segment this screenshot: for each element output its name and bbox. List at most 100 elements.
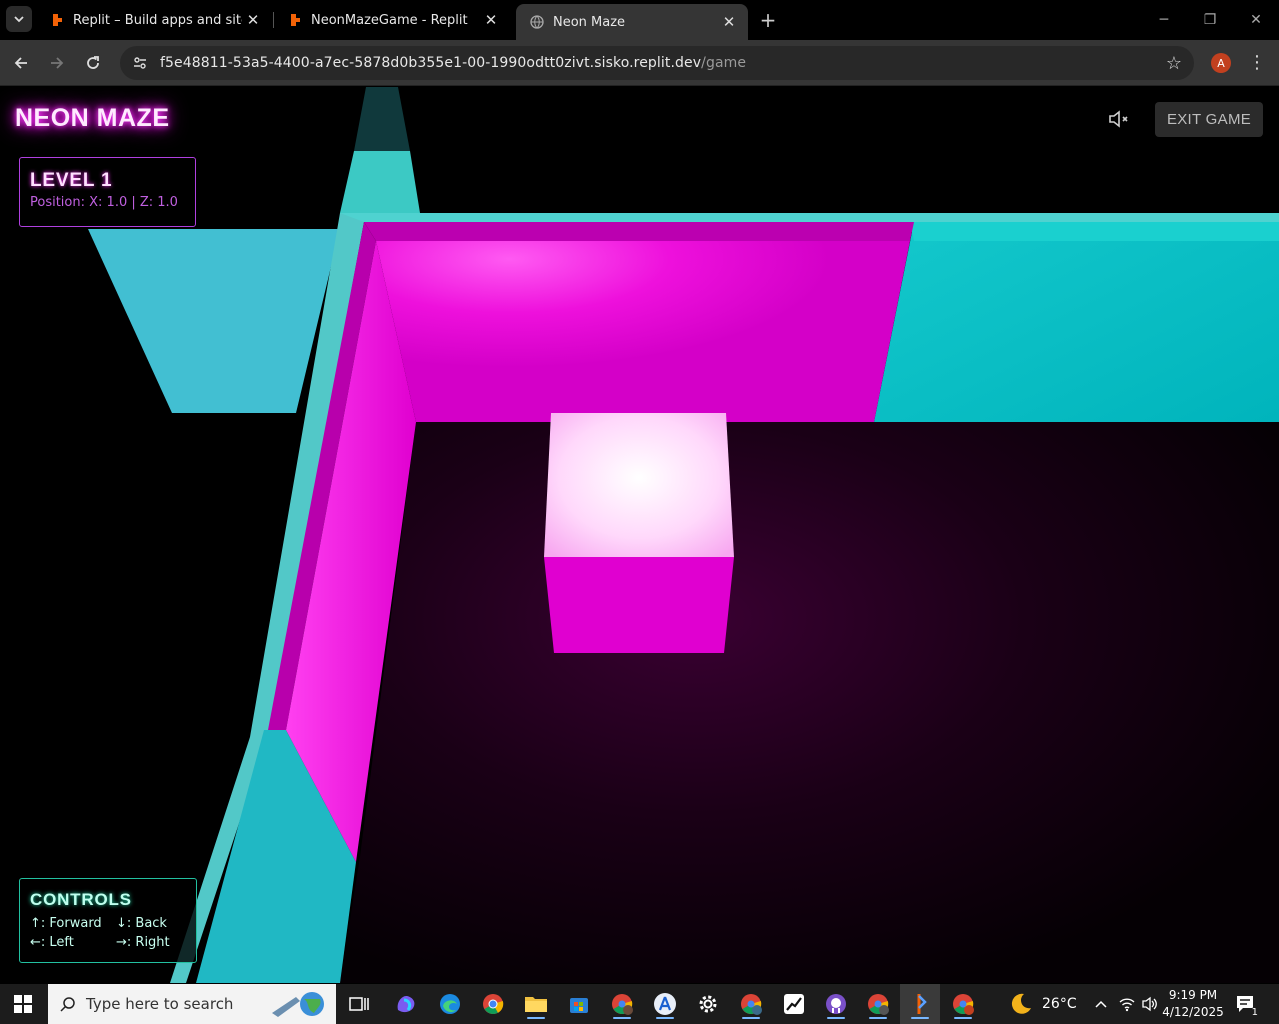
show-hidden-icons-button[interactable] [1094,984,1108,1024]
site-info-icon[interactable] [124,55,156,71]
mute-toggle-button[interactable] [1106,107,1132,131]
network-icon[interactable] [1118,984,1136,1024]
position-readout: Position: X: 1.0 | Z: 1.0 [30,195,178,210]
bookmark-star-icon[interactable]: ☆ [1166,53,1182,74]
replit-icon [291,14,300,26]
browser-tab-bar: Replit – Build apps and sites wit ✕ Neon… [0,0,1279,40]
running-indicator [656,1017,674,1019]
exit-game-button[interactable]: EXIT GAME [1155,102,1263,137]
profile-avatar[interactable]: A [1211,53,1231,73]
search-highlight-icon [272,992,324,1017]
file-explorer-icon[interactable] [521,989,551,1019]
maze-floor [340,422,1279,983]
notification-count: 1 [1249,1007,1260,1018]
cyan-wall-top-band [340,213,1279,222]
edge-browser-icon[interactable] [435,989,465,1019]
running-indicator [613,1017,631,1019]
browser-menu-icon[interactable]: ⋮ [1248,52,1266,73]
cyan-wall-left [88,229,340,413]
cyan-wall-right [874,222,1279,422]
cyan-wall-right-top [910,222,1279,241]
magenta-wall-back [376,241,910,422]
controls-panel: CONTROLS ↑: Forward ↓: Back ←: Left →: R… [19,878,197,963]
replit-app-icon[interactable] [905,989,935,1019]
new-tab-button[interactable]: + [756,8,780,32]
tab-title: Neon Maze [553,14,626,30]
tab-title: NeonMazeGame - Replit [311,12,468,28]
level-label: LEVEL 1 [30,170,113,191]
microsoft-store-icon[interactable] [564,989,594,1019]
running-indicator [742,1017,760,1019]
controls-list: ↑: Forward ↓: Back ←: Left →: Right [30,916,186,950]
url-text: f5e48811-53a5-4400-a7ec-5878d0b355e1-00-… [160,55,746,71]
windows-taskbar: Type here to search 26°C 9:19 PM 4/12/20… [0,984,1279,1024]
copilot-icon[interactable] [391,989,421,1019]
stocks-app-icon[interactable] [779,989,809,1019]
moon-icon [1011,993,1031,1014]
control-right: →: Right [116,935,170,950]
clock-time: 9:19 PM [1168,988,1218,1002]
chrome-profile-a-icon[interactable] [948,989,978,1019]
game-title: NEON MAZE [15,104,170,132]
address-bar[interactable]: f5e48811-53a5-4400-a7ec-5878d0b355e1-00-… [120,46,1194,80]
chrome-icon[interactable] [478,989,508,1019]
cube-top-face [544,413,734,557]
chrome-profile-icon[interactable] [607,989,637,1019]
close-icon[interactable]: ✕ [242,9,264,31]
close-icon[interactable]: ✕ [480,9,502,31]
tab-neonmazegame-replit[interactable]: NeonMazeGame - Replit ✕ [274,0,510,40]
tab-replit-home[interactable]: Replit – Build apps and sites wit ✕ [36,0,272,40]
minimize-button[interactable]: ─ [1141,0,1187,40]
control-back: ↓: Back [116,916,167,931]
control-forward: ↑: Forward [30,916,102,931]
tab-neon-maze[interactable]: Neon Maze ✕ [516,4,748,40]
notification-center-button[interactable]: 1 [1234,993,1260,1018]
back-button[interactable] [7,49,35,77]
globe-icon [530,15,544,29]
url-host: f5e48811-53a5-4400-a7ec-5878d0b355e1-00-… [160,55,702,71]
cyan-pillar-face [340,151,420,213]
close-window-button[interactable]: ✕ [1233,0,1279,40]
forward-button[interactable] [43,49,71,77]
clock-date: 4/12/2025 [1162,1005,1224,1019]
arrow-right-icon [51,57,64,69]
magenta-wall-top [364,222,914,241]
reload-icon [87,56,99,69]
chevron-down-icon [14,16,24,23]
control-left: ←: Left [30,935,74,950]
cyan-pillar [354,87,410,151]
running-indicator [954,1017,972,1019]
arrow-left-icon [14,57,27,69]
chrome-profile-s-icon[interactable] [863,989,893,1019]
controls-title: CONTROLS [30,890,132,909]
chrome-profile-j-icon[interactable] [736,989,766,1019]
running-indicator [527,1017,545,1019]
start-button[interactable] [0,984,46,1024]
tab-title: Replit – Build apps and sites wit [73,12,242,28]
reload-button[interactable] [79,49,107,77]
settings-gear-icon[interactable] [693,989,723,1019]
github-icon[interactable] [821,989,851,1019]
browser-toolbar: f5e48811-53a5-4400-a7ec-5878d0b355e1-00-… [0,40,1279,86]
weather-widget[interactable]: 26°C [1008,984,1077,1024]
system-clock[interactable]: 9:19 PM 4/12/2025 [1162,987,1224,1021]
taskbar-search-box[interactable]: Type here to search [48,984,336,1024]
close-icon[interactable]: ✕ [718,11,740,33]
running-indicator [869,1017,887,1019]
search-icon [60,997,75,1012]
speaker-muted-icon [1109,110,1128,128]
level-info-panel: LEVEL 1 Position: X: 1.0 | Z: 1.0 [19,157,196,227]
restore-button[interactable]: ❐ [1187,0,1233,40]
windows-logo-icon [14,995,32,1013]
task-view-icon[interactable] [344,989,374,1019]
search-placeholder: Type here to search [86,995,234,1013]
game-viewport[interactable]: NEON MAZE EXIT GAME LEVEL 1 Position: X:… [0,87,1279,983]
cube-front-face [544,557,734,653]
app-store-icon[interactable] [650,989,680,1019]
running-indicator [827,1017,845,1019]
replit-icon [53,14,62,26]
running-indicator [911,1017,929,1019]
volume-icon[interactable] [1141,984,1159,1024]
tab-search-button[interactable] [6,6,32,32]
temperature: 26°C [1042,996,1077,1012]
